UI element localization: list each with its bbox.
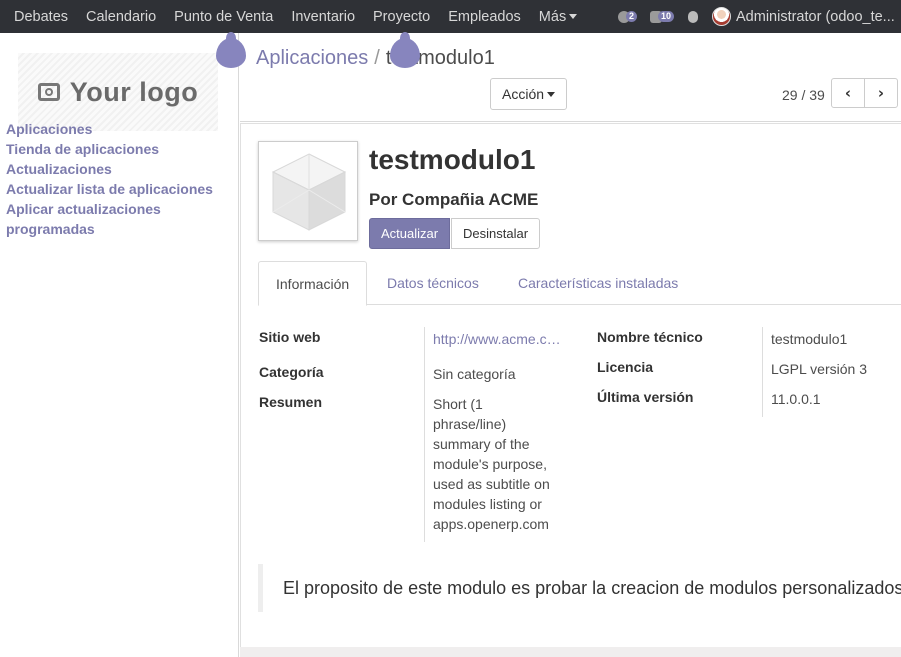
bug-icon[interactable] [688,10,698,23]
menu-proyecto[interactable]: Proyecto [373,9,430,25]
summary-line: module's purpose, [433,456,547,472]
website-value[interactable]: http://www.acme.com [433,329,563,349]
avatar[interactable] [712,7,731,26]
action-label: Acción [502,86,545,102]
pager-next-button[interactable]: › [864,78,898,108]
summary-line: modules listing or [433,496,542,512]
drop-marker [216,32,246,68]
tab-datos-tecnicos[interactable]: Datos técnicos [370,261,496,305]
breadcrumb-aplicaciones[interactable]: Aplicaciones [256,47,368,69]
camera-icon [37,83,60,101]
chevron-right-icon: › [877,84,885,102]
field-divider [424,327,425,542]
chevron-left-icon: ‹ [844,84,852,102]
user-menu[interactable]: Administrator (odoo_te... [736,9,895,25]
messaging-menu[interactable]: 10 [650,10,676,24]
systray: 2 10 Administrator (odoo_te... [618,0,895,33]
summary-label: Resumen [259,394,323,410]
sidebar-item-aplicar-actualizaciones[interactable]: Aplicar actualizaciones programadas [6,199,234,239]
field-divider [762,327,763,417]
module-title: testmodulo1 [369,144,536,175]
summary-line: Short (1 [433,396,483,412]
main-menu: Debates Calendario Punto de Venta Invent… [14,0,595,33]
license-label: Licencia [597,359,654,375]
sidebar-item-actualizaciones[interactable]: Actualizaciones [6,159,234,179]
menu-punto-de-venta[interactable]: Punto de Venta [174,9,273,25]
menu-inventario[interactable]: Inventario [291,9,355,25]
breadcrumb: Aplicaciones / testmodulo1 [256,47,495,70]
chevron-down-icon [569,14,578,20]
license-value: LGPL versión 3 [771,361,867,377]
chevron-down-icon [547,91,556,97]
activity-menu[interactable]: 2 [618,10,640,24]
summary-line: apps.openerp.com [433,516,549,532]
version-label: Última versión [597,389,694,405]
module-description: El proposito de este modulo es probar la… [258,564,901,612]
summary-line: used as subtitle on [433,476,550,492]
pager-value[interactable]: 29 / 39 [782,87,825,103]
control-panel: Aplicaciones / testmodulo1 Acción 29 / 39 … [240,33,901,122]
sidebar-item-aplicaciones[interactable]: Aplicaciones [6,119,234,139]
menu-mas-label: Más [538,8,567,25]
form-sheet: testmodulo1 Por Compañia ACME Actualizar… [240,123,901,647]
upgrade-button[interactable]: Actualizar [369,218,451,249]
technical-name-value: testmodulo1 [771,331,848,347]
sidebar-item-tienda[interactable]: Tienda de aplicaciones [6,139,234,159]
module-icon-image [258,141,358,241]
menu-empleados[interactable]: Empleados [448,9,521,25]
sidebar-item-actualizar-lista[interactable]: Actualizar lista de aplicaciones [6,179,234,199]
tab-informacion[interactable]: Información [258,261,368,306]
sidebar-menu: Aplicaciones Tienda de aplicaciones Actu… [6,119,234,239]
messages-count-badge: 10 [658,10,675,22]
uninstall-button[interactable]: Desinstalar [451,218,541,249]
technical-name-label: Nombre técnico [597,329,703,345]
logo-text: Your logo [69,76,199,107]
summary-line: phrase/line) [433,416,507,432]
category-label: Categoría [259,364,324,380]
menu-calendario[interactable]: Calendario [86,9,156,25]
sidebar: Your logo Aplicaciones Tienda de aplicac… [0,33,239,657]
top-navbar: Debates Calendario Punto de Venta Invent… [0,0,901,33]
summary-line: summary of the [433,436,530,452]
action-dropdown-button[interactable]: Acción [490,78,568,110]
category-value: Sin categoría [433,366,516,382]
pager-previous-button[interactable]: ‹ [831,78,865,108]
summary-value: Short (1 phrase/line) summary of the mod… [433,394,573,534]
version-value: 11.0.0.1 [771,391,821,407]
website-link[interactable]: http://www.acme.com [433,329,563,349]
breadcrumb-separator: / [374,47,380,69]
module-cube-icon [271,153,347,231]
module-author: Por Compañia ACME [369,190,539,209]
notebook-tabs: Información Datos técnicos Característic… [258,261,901,306]
menu-mas[interactable]: Más [538,8,578,25]
tab-caracteristicas[interactable]: Características instaladas [501,261,695,305]
drop-marker [390,32,420,68]
activity-count-badge: 2 [626,10,638,22]
menu-debates[interactable]: Debates [14,9,68,25]
website-label: Sitio web [259,329,321,345]
